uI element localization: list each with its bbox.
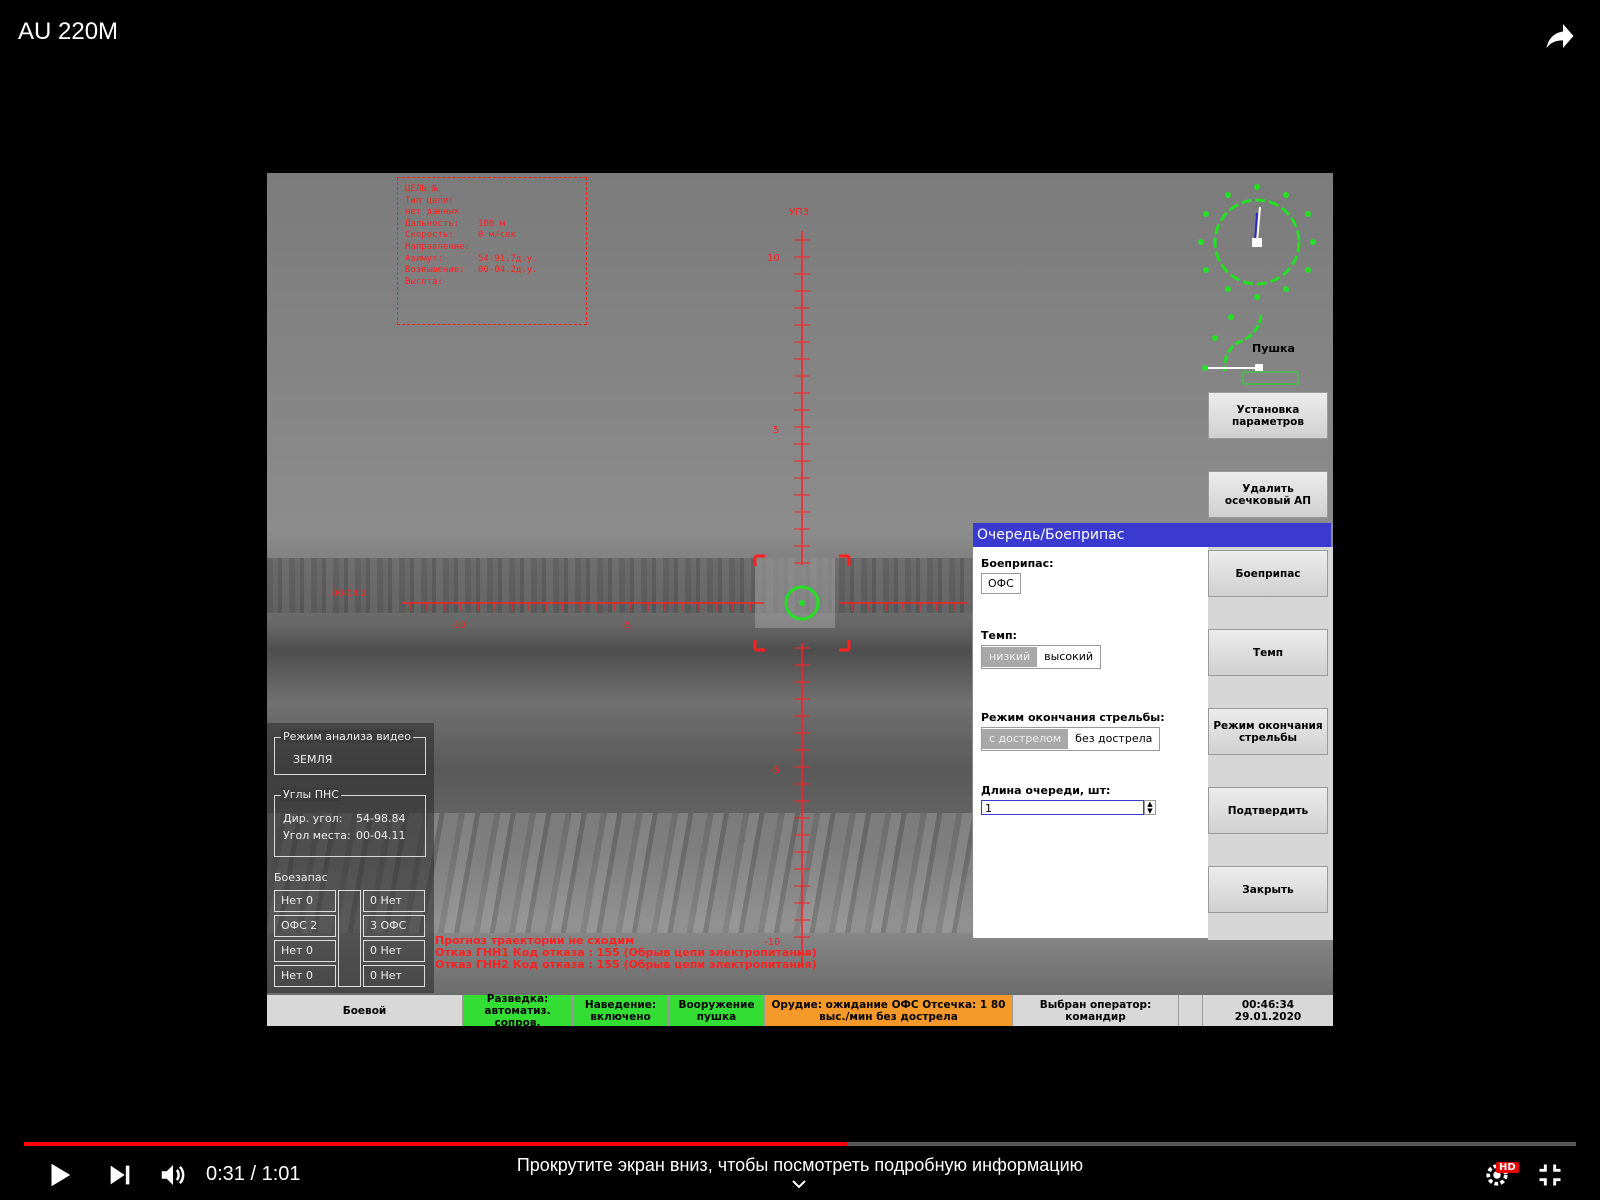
angles-group: Углы ПНС Дир. угол: 54-98.84 Угол места:… [274,788,426,857]
v-tick-label: 5 [773,425,779,436]
reticle-top-label: УП3 [789,207,809,218]
error-messages: Прогноз траектории не сходим Отказ ГНН1 К… [435,935,817,971]
video-frame[interactable]: ЦЕЛЬ № Тип цели: нет данных Дальность: 100 м… [267,173,1333,1026]
share-icon[interactable] [1542,18,1578,54]
ammo-divider [338,890,361,987]
h-tick-label: -10 [451,621,466,631]
ammo-left-cell: Нет 0 [274,940,336,962]
aim-dot [799,600,805,606]
burst-spinner[interactable]: ▲ ▼ [1144,800,1156,815]
remove-misfire-button[interactable]: Удалить осечковый АП [1208,471,1328,518]
dialog-title: Очередь/Боеприпас [973,523,1331,547]
chevron-down-icon[interactable] [792,1180,806,1190]
status-bar: Боевой Разведка: автоматиз. сопров. Наве… [267,993,1333,1026]
scroll-hint: Прокрутите экран вниз, чтобы посмотреть … [516,1155,1084,1175]
ammo-left-cell: ОФС 2 [274,915,336,937]
ammo-button[interactable]: Боеприпас [1208,550,1328,597]
ammo-right-cell: 3 ОФС [363,915,425,937]
status-datetime: 00:46:34 29.01.2020 [1234,998,1302,1023]
v-tick-label: 10 [767,253,780,264]
v-tick-label: -5 [770,765,780,776]
end-mode-label: Режим окончания стрельбы: [981,711,1165,724]
rate-option-low[interactable]: низкий [982,647,1038,667]
setup-params-button[interactable]: Установка параметров [1208,392,1328,439]
rate-label: Темп: [981,629,1017,642]
status-weapon: Вооружение пушка [669,995,765,1026]
ammo-label: Боеприпас: [981,557,1054,570]
end-mode-selector[interactable]: с дострелом без дострела [981,727,1161,751]
ammo-title: Боезапас [274,871,328,884]
ammo-value-field[interactable]: ОФС [981,573,1021,594]
reticle-left-label: 00-04.2 [332,589,367,599]
burst-length-input[interactable]: 1 [981,800,1144,815]
close-button[interactable]: Закрыть [1208,866,1328,913]
rate-option-high[interactable]: высокий [1037,647,1100,667]
status-operator: Выбран оператор: командир [1013,995,1179,1026]
elev-angle-value: 00-04.11 [356,829,406,842]
ammo-left-cell: Нет 0 [274,965,336,987]
error-line: Отказ ГНН2 Код отказа : 155 (Обрыв цепи … [435,958,817,971]
dir-angle-value: 54-98.84 [356,812,406,825]
rate-selector[interactable]: низкий высокий [981,645,1102,669]
ammo-left-cell: Нет 0 [274,890,336,912]
burst-length-label: Длина очереди, шт: [981,784,1111,797]
status-mode: Боевой [267,995,463,1026]
confirm-button[interactable]: Подтвердить [1208,787,1328,834]
video-mode-group: Режим анализа видео ЗЕМЛЯ [274,730,426,775]
video-title[interactable]: AU 220M [18,18,118,46]
progress-bar[interactable] [24,1142,1576,1146]
ammo-right-cell: 0 Нет [363,940,425,962]
left-info-panel: Режим анализа видео ЗЕМЛЯ Углы ПНС Дир. … [267,723,434,993]
status-recon: Разведка: автоматиз. сопров. [463,993,573,1026]
h-tick-label: -5 [622,621,631,631]
compass-label: Пушка [1252,342,1295,355]
exit-fullscreen-icon[interactable] [1536,1160,1564,1190]
end-mode-button[interactable]: Режим окончания стрельбы [1208,708,1328,755]
ammo-right-cell: 0 Нет [363,890,425,912]
end-option-without[interactable]: без дострела [1068,729,1159,749]
hd-badge: HD [1496,1162,1519,1173]
status-aim: Наведение: включено [573,995,669,1026]
video-mode-value: ЗЕМЛЯ [293,753,333,766]
end-option-with[interactable]: с дострелом [982,729,1069,749]
rate-button[interactable]: Темп [1208,629,1328,676]
status-gun: Орудие: ожидание ОФС Отсечка: 1 80 выс./… [765,995,1013,1026]
ammo-right-cell: 0 Нет [363,965,425,987]
